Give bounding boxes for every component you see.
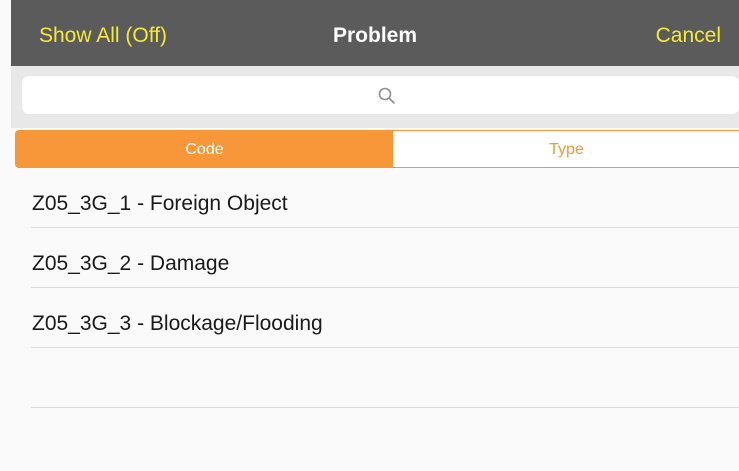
show-all-button[interactable]: Show All (Off) xyxy=(39,0,167,66)
segment-code[interactable]: Code xyxy=(16,131,393,167)
cancel-button[interactable]: Cancel xyxy=(656,0,721,66)
search-input[interactable] xyxy=(22,76,739,114)
search-bar xyxy=(11,66,739,128)
list-item[interactable]: Z05_3G_3 - Blockage/Flooding xyxy=(0,288,739,348)
segmented-control: Code Type xyxy=(15,130,739,168)
problem-list: Z05_3G_1 - Foreign Object Z05_3G_2 - Dam… xyxy=(0,168,739,408)
row-divider xyxy=(31,407,739,408)
segment-type[interactable]: Type xyxy=(393,131,739,167)
list-item[interactable]: Z05_3G_2 - Damage xyxy=(0,228,739,288)
search-icon xyxy=(378,87,395,104)
list-item xyxy=(0,348,739,408)
navigation-bar: Show All (Off) Problem Cancel xyxy=(11,0,739,66)
list-item[interactable]: Z05_3G_1 - Foreign Object xyxy=(0,168,739,228)
